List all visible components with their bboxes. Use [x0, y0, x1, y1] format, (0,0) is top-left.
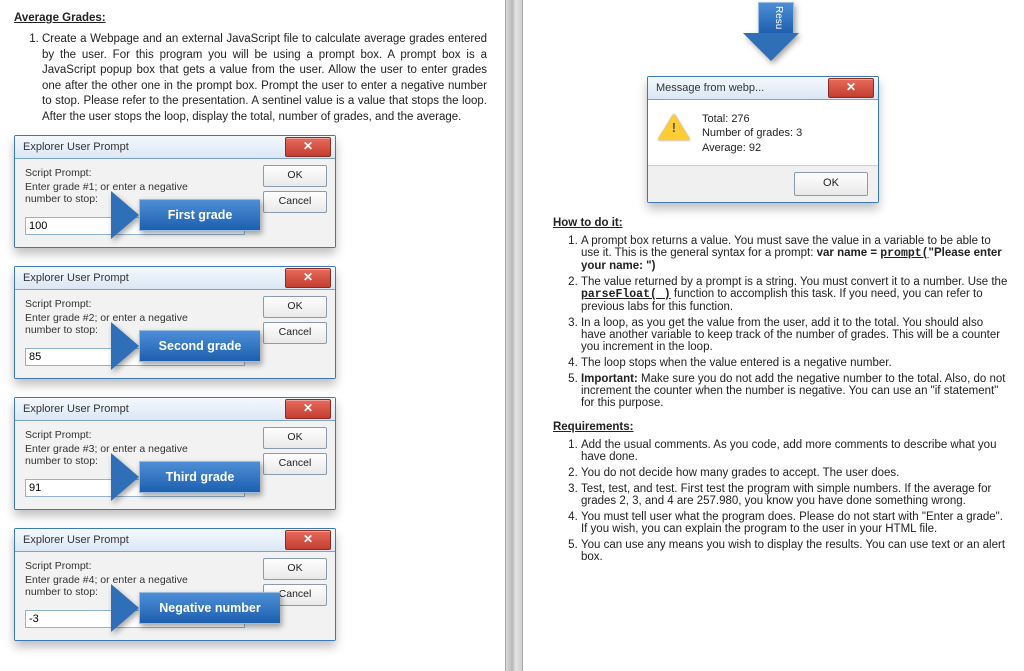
- msg-line: Number of grades: 3: [702, 126, 802, 140]
- list-item: The loop stops when the value entered is…: [581, 357, 1008, 369]
- prompt-text: Enter grade #4; or enter a negative numb…: [25, 574, 225, 598]
- dialog-title: Explorer User Prompt: [23, 272, 129, 284]
- dialog-buttons: OK Cancel: [263, 296, 325, 348]
- close-icon[interactable]: ✕: [285, 530, 331, 550]
- dialog-title: Explorer User Prompt: [23, 534, 129, 546]
- prompt-text: Enter grade #1; or enter a negative numb…: [25, 181, 225, 205]
- dialog-body: Script Prompt: Enter grade #4; or enter …: [15, 552, 335, 640]
- prompt-text: Enter grade #2; or enter a negative numb…: [25, 312, 225, 336]
- script-prompt-label: Script Prompt:: [25, 298, 225, 310]
- list-item: You must tell user what the program does…: [581, 511, 1008, 535]
- close-icon[interactable]: ✕: [828, 78, 874, 98]
- list-item: Test, test, and test. First test the pro…: [581, 483, 1008, 507]
- close-icon[interactable]: ✕: [285, 268, 331, 288]
- prompt-input[interactable]: [25, 217, 245, 235]
- script-prompt-label: Script Prompt:: [25, 167, 225, 179]
- dialog-left: Script Prompt: Enter grade #4; or enter …: [25, 560, 225, 628]
- cancel-button[interactable]: Cancel: [263, 322, 327, 344]
- left-heading: Average Grades:: [14, 12, 487, 24]
- result-arrow-area: Resu: [553, 12, 1008, 72]
- dialog-title: Explorer User Prompt: [23, 403, 129, 415]
- dialog-title-bar: Explorer User Prompt ✕: [15, 136, 335, 159]
- list-item: A prompt box returns a value. You must s…: [581, 235, 1008, 272]
- dialog-left: Script Prompt: Enter grade #1; or enter …: [25, 167, 225, 235]
- prompt-input[interactable]: [25, 610, 245, 628]
- message-box-titlebar: Message from webp... ✕: [648, 77, 878, 100]
- result-arrow-label: Resu: [758, 2, 794, 33]
- prompt-dialog: Explorer User Prompt ✕ Script Prompt: En…: [14, 528, 336, 641]
- page: Average Grades: Create a Webpage and an …: [0, 0, 1024, 671]
- howto-heading: How to do it:: [553, 217, 1008, 229]
- ok-button[interactable]: OK: [263, 296, 327, 318]
- prompt-dialog: Explorer User Prompt ✕ Script Prompt: En…: [14, 135, 336, 248]
- list-item: Add the usual comments. As you code, add…: [581, 439, 1008, 463]
- prompt-dialog: Explorer User Prompt ✕ Script Prompt: En…: [14, 266, 336, 379]
- requirements-list: Add the usual comments. As you code, add…: [553, 439, 1008, 563]
- dialog-body: Script Prompt: Enter grade #3; or enter …: [15, 421, 335, 509]
- ok-button[interactable]: OK: [263, 165, 327, 187]
- prompt-dialog: Explorer User Prompt ✕ Script Prompt: En…: [14, 397, 336, 510]
- ok-button[interactable]: OK: [794, 172, 868, 196]
- dialog-title-bar: Explorer User Prompt ✕: [15, 398, 335, 421]
- requirements-heading: Requirements:: [553, 421, 1008, 433]
- list-item: You do not decide how many grades to acc…: [581, 467, 1008, 479]
- prompt-input[interactable]: [25, 348, 245, 366]
- dialog-title-bar: Explorer User Prompt ✕: [15, 529, 335, 552]
- dialog-body: Script Prompt: Enter grade #2; or enter …: [15, 290, 335, 378]
- howto-list: A prompt box returns a value. You must s…: [553, 235, 1008, 409]
- warning-icon: [658, 114, 690, 140]
- cancel-button[interactable]: Cancel: [263, 584, 327, 606]
- prompt-input[interactable]: [25, 479, 245, 497]
- page-divider: [505, 0, 523, 671]
- message-box-footer: OK: [648, 165, 878, 202]
- dialog-buttons: OK Cancel: [263, 165, 325, 217]
- right-column: Resu Message from webp... ✕ Total: 276 N…: [523, 0, 1024, 671]
- result-arrow: Resu: [753, 2, 799, 61]
- script-prompt-label: Script Prompt:: [25, 429, 225, 441]
- dialog-title: Explorer User Prompt: [23, 141, 129, 153]
- left-column: Average Grades: Create a Webpage and an …: [0, 0, 505, 671]
- cancel-button[interactable]: Cancel: [263, 191, 327, 213]
- script-prompt-label: Script Prompt:: [25, 560, 225, 572]
- msg-line: Average: 92: [702, 141, 802, 155]
- list-item: The value returned by a prompt is a stri…: [581, 276, 1008, 313]
- msg-line: Total: 276: [702, 112, 802, 126]
- list-item: You can use any means you wish to displa…: [581, 539, 1008, 563]
- message-text: Total: 276 Number of grades: 3 Average: …: [702, 112, 802, 155]
- close-icon[interactable]: ✕: [285, 399, 331, 419]
- cancel-button[interactable]: Cancel: [263, 453, 327, 475]
- close-icon[interactable]: ✕: [285, 137, 331, 157]
- dialog-left: Script Prompt: Enter grade #2; or enter …: [25, 298, 225, 366]
- dialog-buttons: OK Cancel: [263, 427, 325, 479]
- message-box-body: Total: 276 Number of grades: 3 Average: …: [648, 100, 878, 165]
- list-item: Important: Make sure you do not add the …: [581, 373, 1008, 409]
- message-box-title: Message from webp...: [656, 82, 764, 94]
- dialog-left: Script Prompt: Enter grade #3; or enter …: [25, 429, 225, 497]
- dialog-body: Script Prompt: Enter grade #1; or enter …: [15, 159, 335, 247]
- ok-button[interactable]: OK: [263, 427, 327, 449]
- dialog-buttons: OK Cancel: [263, 558, 325, 610]
- ok-button[interactable]: OK: [263, 558, 327, 580]
- dialog-title-bar: Explorer User Prompt ✕: [15, 267, 335, 290]
- intro-list: Create a Webpage and an external JavaScr…: [14, 32, 487, 125]
- message-box: Message from webp... ✕ Total: 276 Number…: [647, 76, 879, 203]
- prompt-text: Enter grade #3; or enter a negative numb…: [25, 443, 225, 467]
- list-item: In a loop, as you get the value from the…: [581, 317, 1008, 353]
- intro-text: Create a Webpage and an external JavaScr…: [42, 32, 487, 125]
